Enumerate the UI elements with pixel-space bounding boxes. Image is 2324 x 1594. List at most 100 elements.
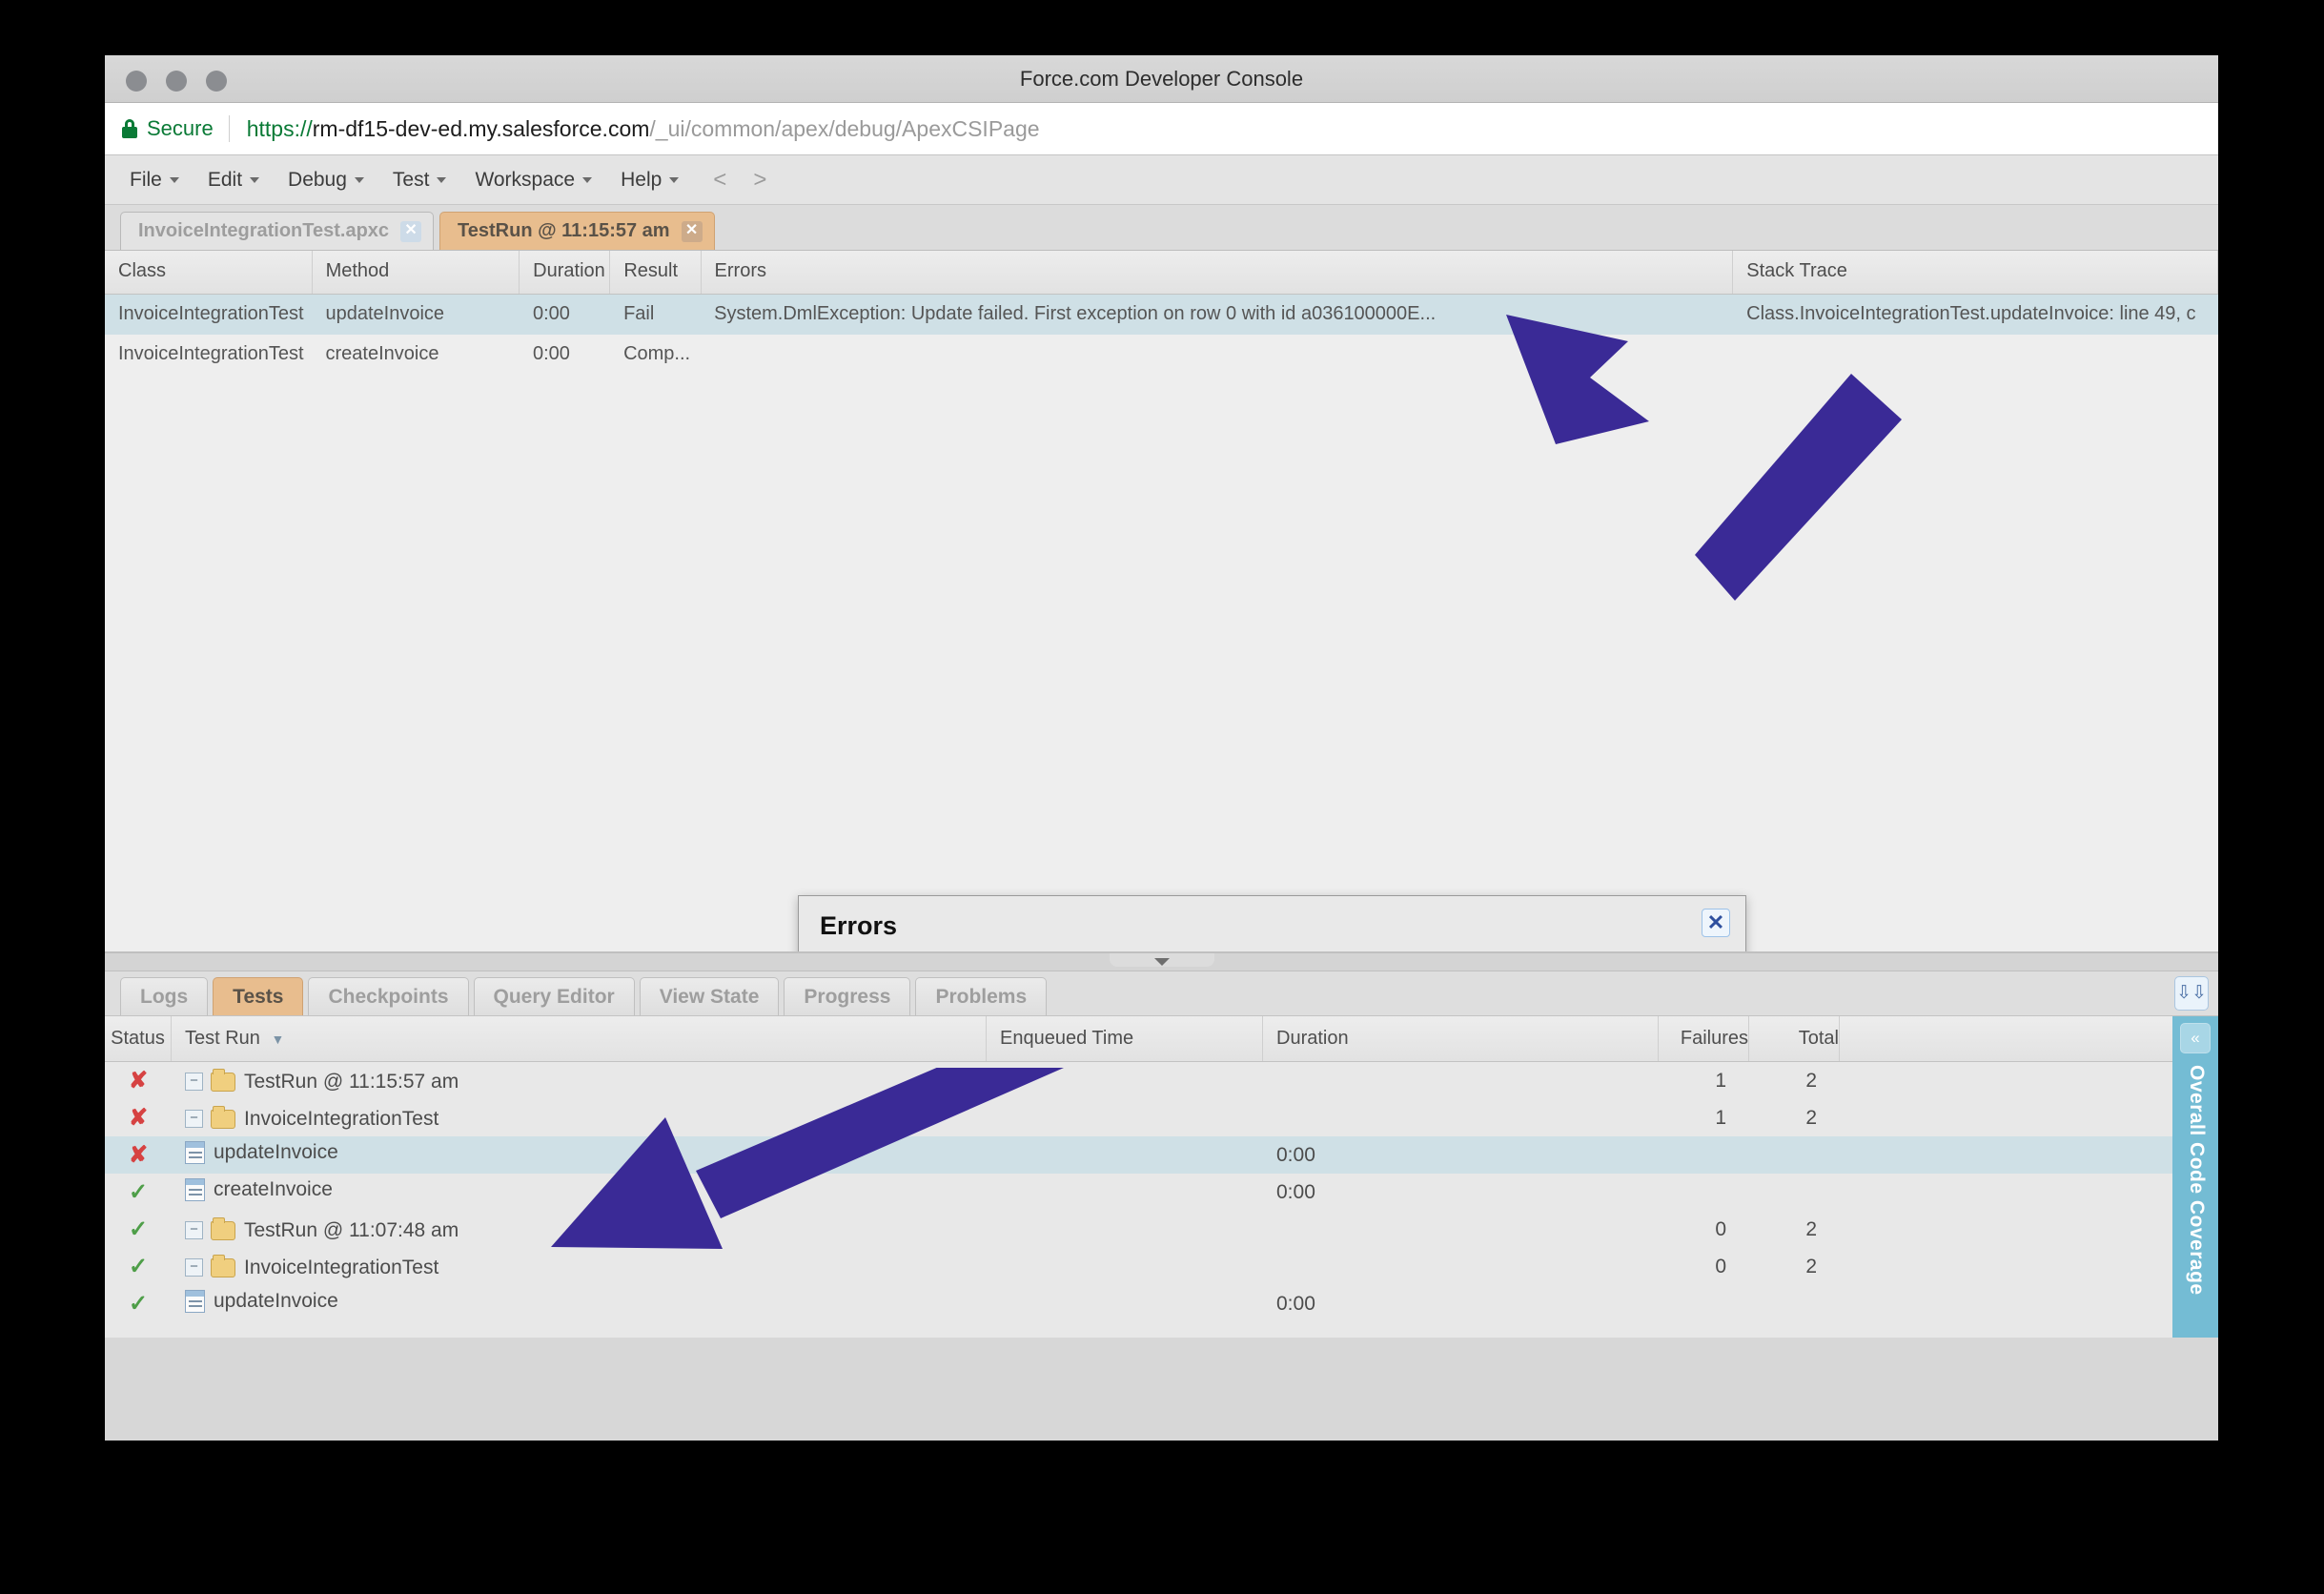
menu-edit-label: Edit [208, 169, 242, 191]
overall-code-coverage-panel[interactable]: « Overall Code Coverage [2172, 1016, 2218, 1338]
tab-checkpoints[interactable]: Checkpoints [308, 977, 468, 1015]
tab-tests[interactable]: Tests [213, 977, 303, 1015]
test-method-icon [185, 1178, 205, 1201]
tree-node-label: createInvoice [214, 1178, 333, 1201]
status-badge: ✓ [105, 1290, 172, 1318]
collapse-icon[interactable]: − [185, 1221, 203, 1239]
column-header-class[interactable]: Class [105, 251, 313, 294]
tree-node[interactable]: updateInvoice [172, 1290, 987, 1318]
cell-errors[interactable]: System.DmlException: Update failed. Firs… [701, 295, 1733, 335]
folder-icon [211, 1221, 235, 1240]
cell-failures: 1 [1659, 1107, 1749, 1130]
cell-duration: 0:00 [520, 335, 610, 375]
cell-failures: 0 [1659, 1256, 1749, 1278]
chevron-double-down-icon[interactable]: ⇩⇩ [2174, 976, 2209, 1011]
column-header-test-run[interactable]: Test Run ▼ [172, 1016, 987, 1061]
menu-file[interactable]: File [122, 163, 194, 197]
menu-test-label: Test [393, 169, 430, 191]
nav-forward-icon[interactable]: > [740, 167, 780, 194]
column-header-failures[interactable]: Failures [1659, 1016, 1749, 1061]
cell-total: 2 [1749, 1256, 1840, 1278]
cell-class: InvoiceIntegrationTest [105, 335, 313, 375]
column-header-duration[interactable]: Duration [1263, 1016, 1659, 1061]
editor-tab-label: TestRun @ 11:15:57 am [458, 220, 670, 242]
tab-progress[interactable]: Progress [784, 977, 910, 1015]
cell-total: 2 [1749, 1218, 1840, 1241]
column-header-errors[interactable]: Errors [702, 251, 1734, 294]
chevron-down-icon [1154, 958, 1170, 966]
tab-query-editor[interactable]: Query Editor [474, 977, 635, 1015]
cell-total: 2 [1749, 1070, 1840, 1093]
chevron-down-icon [250, 177, 259, 183]
address-bar[interactable]: Secure https://rm-df15-dev-ed.my.salesfo… [105, 103, 2218, 155]
list-item[interactable]: ✓ createInvoice 0:00 [105, 1174, 2218, 1211]
cell-total: 2 [1749, 1107, 1840, 1130]
column-header-status[interactable]: Status [105, 1016, 172, 1061]
folder-icon [211, 1258, 235, 1277]
chevron-double-left-icon[interactable]: « [2180, 1023, 2211, 1053]
test-method-icon [185, 1290, 205, 1313]
tests-tree-grid: Status Test Run ▼ Enqueued Time Duration… [105, 1016, 2218, 1338]
address-bar-url[interactable]: https://rm-df15-dev-ed.my.salesforce.com… [247, 116, 1040, 142]
cell-stack-trace: Class.InvoiceIntegrationTest.updateInvoi… [1733, 295, 2218, 335]
fail-icon: ✘ [129, 1142, 148, 1168]
collapse-icon[interactable]: − [185, 1258, 203, 1277]
tab-problems[interactable]: Problems [915, 977, 1047, 1015]
tree-node[interactable]: −InvoiceIntegrationTest [172, 1254, 987, 1279]
tab-label: Problems [935, 986, 1027, 1009]
tree-node[interactable]: −TestRun @ 11:07:48 am [172, 1216, 987, 1242]
menu-debug-label: Debug [288, 169, 347, 191]
errors-dialog: Errors ✕ System.DmlException: Update fai… [798, 895, 1746, 952]
column-header-stack-trace[interactable]: Stack Trace [1733, 251, 2218, 294]
close-icon[interactable]: ✕ [1702, 909, 1730, 937]
menu-workspace[interactable]: Workspace [467, 163, 607, 197]
window-zoom-button[interactable] [206, 71, 227, 92]
tab-view-state[interactable]: View State [640, 977, 780, 1015]
list-item[interactable]: ✓ −TestRun @ 11:07:48 am 0 2 [105, 1211, 2218, 1248]
bottom-tab-bar: Logs Tests Checkpoints Query Editor View… [105, 971, 2218, 1016]
panel-splitter[interactable] [105, 952, 2218, 971]
tab-logs[interactable]: Logs [120, 977, 208, 1015]
table-row[interactable]: InvoiceIntegrationTest updateInvoice 0:0… [105, 295, 2218, 335]
close-icon[interactable]: ✕ [400, 221, 421, 242]
collapse-icon[interactable]: − [185, 1073, 203, 1091]
chevron-down-icon [437, 177, 446, 183]
menu-debug[interactable]: Debug [280, 163, 379, 197]
menu-test[interactable]: Test [385, 163, 462, 197]
url-path: /_ui/common/apex/debug/ApexCSIPage [649, 116, 1039, 141]
list-item[interactable]: ✘ −InvoiceIntegrationTest 1 2 [105, 1099, 2218, 1136]
tree-node-label: InvoiceIntegrationTest [244, 1108, 438, 1131]
tree-node[interactable]: updateInvoice [172, 1141, 987, 1170]
tree-node[interactable]: createInvoice [172, 1178, 987, 1207]
editor-tab-invoiceintegrationtest[interactable]: InvoiceIntegrationTest.apxc ✕ [120, 212, 434, 250]
list-item[interactable]: ✘ updateInvoice 0:00 [105, 1136, 2218, 1174]
cell-class: InvoiceIntegrationTest [105, 295, 313, 335]
browser-window: Force.com Developer Console Secure https… [105, 55, 2218, 1441]
tree-node[interactable]: −TestRun @ 11:15:57 am [172, 1068, 987, 1093]
address-bar-divider [229, 115, 230, 142]
column-header-total[interactable]: Total [1749, 1016, 1840, 1061]
menu-edit[interactable]: Edit [200, 163, 275, 197]
window-minimize-button[interactable] [166, 71, 187, 92]
tree-node[interactable]: − InvoiceIntegrationTest [172, 1105, 987, 1131]
list-item[interactable]: ✘ −TestRun @ 11:15:57 am 1 2 [105, 1062, 2218, 1099]
list-item[interactable]: ✓ updateInvoice 0:00 [105, 1285, 2218, 1322]
editor-tab-bar: InvoiceIntegrationTest.apxc ✕ TestRun @ … [105, 205, 2218, 251]
column-header-duration[interactable]: Duration [520, 251, 610, 294]
close-icon[interactable]: ✕ [682, 221, 703, 242]
column-header-method[interactable]: Method [313, 251, 520, 294]
list-item[interactable]: ✓ −InvoiceIntegrationTest 0 2 [105, 1248, 2218, 1285]
splitter-collapse-handle[interactable] [1110, 953, 1214, 967]
window-close-button[interactable] [126, 71, 147, 92]
collapse-icon[interactable]: − [185, 1110, 203, 1128]
nav-back-icon[interactable]: < [700, 167, 740, 194]
coverage-panel-label: Overall Code Coverage [2185, 1065, 2208, 1296]
table-row[interactable]: InvoiceIntegrationTest createInvoice 0:0… [105, 335, 2218, 375]
cell-duration: 0:00 [520, 295, 610, 335]
menu-help[interactable]: Help [613, 163, 694, 197]
menu-bar: File Edit Debug Test Workspace Help < > [105, 155, 2218, 205]
window-titlebar: Force.com Developer Console [105, 55, 2218, 103]
editor-tab-testrun[interactable]: TestRun @ 11:15:57 am ✕ [439, 212, 715, 250]
column-header-enqueued-time[interactable]: Enqueued Time [987, 1016, 1263, 1061]
column-header-result[interactable]: Result [610, 251, 701, 294]
